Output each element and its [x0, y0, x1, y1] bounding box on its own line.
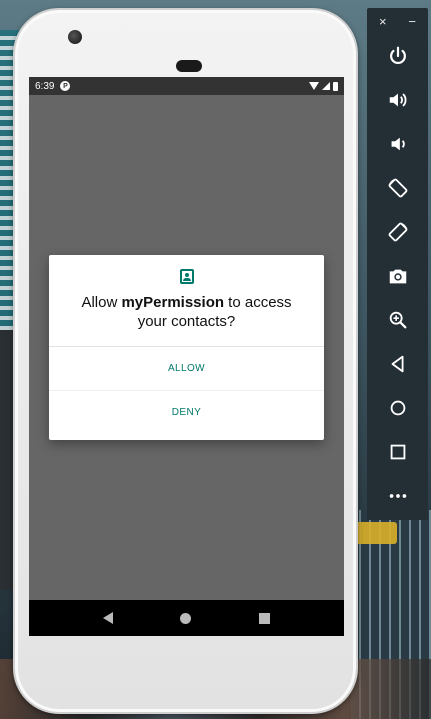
- battery-icon: [333, 81, 338, 91]
- nav-home-icon[interactable]: [180, 612, 192, 624]
- volume-up-button[interactable]: [367, 78, 428, 122]
- nav-recents-icon[interactable]: [259, 612, 271, 624]
- power-button[interactable]: [367, 34, 428, 78]
- screenshot-button[interactable]: [367, 254, 428, 298]
- front-camera: [68, 30, 82, 44]
- back-button[interactable]: [367, 342, 428, 386]
- emulator-toolbar: × −: [367, 8, 428, 520]
- overview-icon: [390, 444, 405, 460]
- deny-button[interactable]: DENY: [49, 391, 324, 434]
- dialog-icon-wrap: [49, 255, 324, 284]
- app-name: myPermission: [121, 294, 225, 311]
- signal-icon: [322, 82, 330, 90]
- rotate-right-icon: [388, 222, 407, 242]
- close-window-icon[interactable]: ×: [379, 14, 387, 29]
- volume-down-icon: [391, 137, 405, 151]
- rotate-right-button[interactable]: [367, 210, 428, 254]
- message-prefix: Allow: [81, 294, 122, 311]
- status-bar: 6:39 P: [29, 77, 344, 95]
- app-notification-icon: P: [60, 81, 71, 91]
- overview-button[interactable]: [367, 430, 428, 474]
- more-icon: [389, 494, 406, 498]
- allow-button[interactable]: ALLOW: [49, 347, 324, 390]
- wifi-icon: [309, 82, 319, 90]
- earpiece-speaker: [176, 60, 202, 72]
- back-icon: [391, 355, 403, 373]
- volume-down-button[interactable]: [367, 122, 428, 166]
- volume-up-icon: [389, 93, 406, 107]
- zoom-button[interactable]: [367, 298, 428, 342]
- permission-dialog: Allow myPermission to access your contac…: [49, 255, 324, 440]
- camera-icon: [389, 269, 406, 284]
- more-button[interactable]: [367, 474, 428, 518]
- minimize-window-icon[interactable]: −: [408, 14, 416, 29]
- device-screen: 6:39 P Allow myPermission to access your…: [29, 77, 344, 636]
- nav-back-icon[interactable]: [102, 612, 113, 624]
- status-icons: [309, 81, 338, 91]
- home-button[interactable]: [367, 386, 428, 430]
- permission-message: Allow myPermission to access your contac…: [49, 284, 324, 346]
- zoom-icon: [389, 311, 406, 329]
- status-time: 6:39: [35, 80, 55, 92]
- navigation-bar: [29, 600, 344, 636]
- rotate-left-icon: [388, 178, 407, 198]
- contacts-icon: [179, 269, 194, 284]
- background-sign: [353, 522, 397, 544]
- power-icon: [389, 46, 406, 65]
- rotate-left-button[interactable]: [367, 166, 428, 210]
- home-icon: [390, 400, 405, 416]
- toolbar-window-controls: × −: [367, 8, 428, 34]
